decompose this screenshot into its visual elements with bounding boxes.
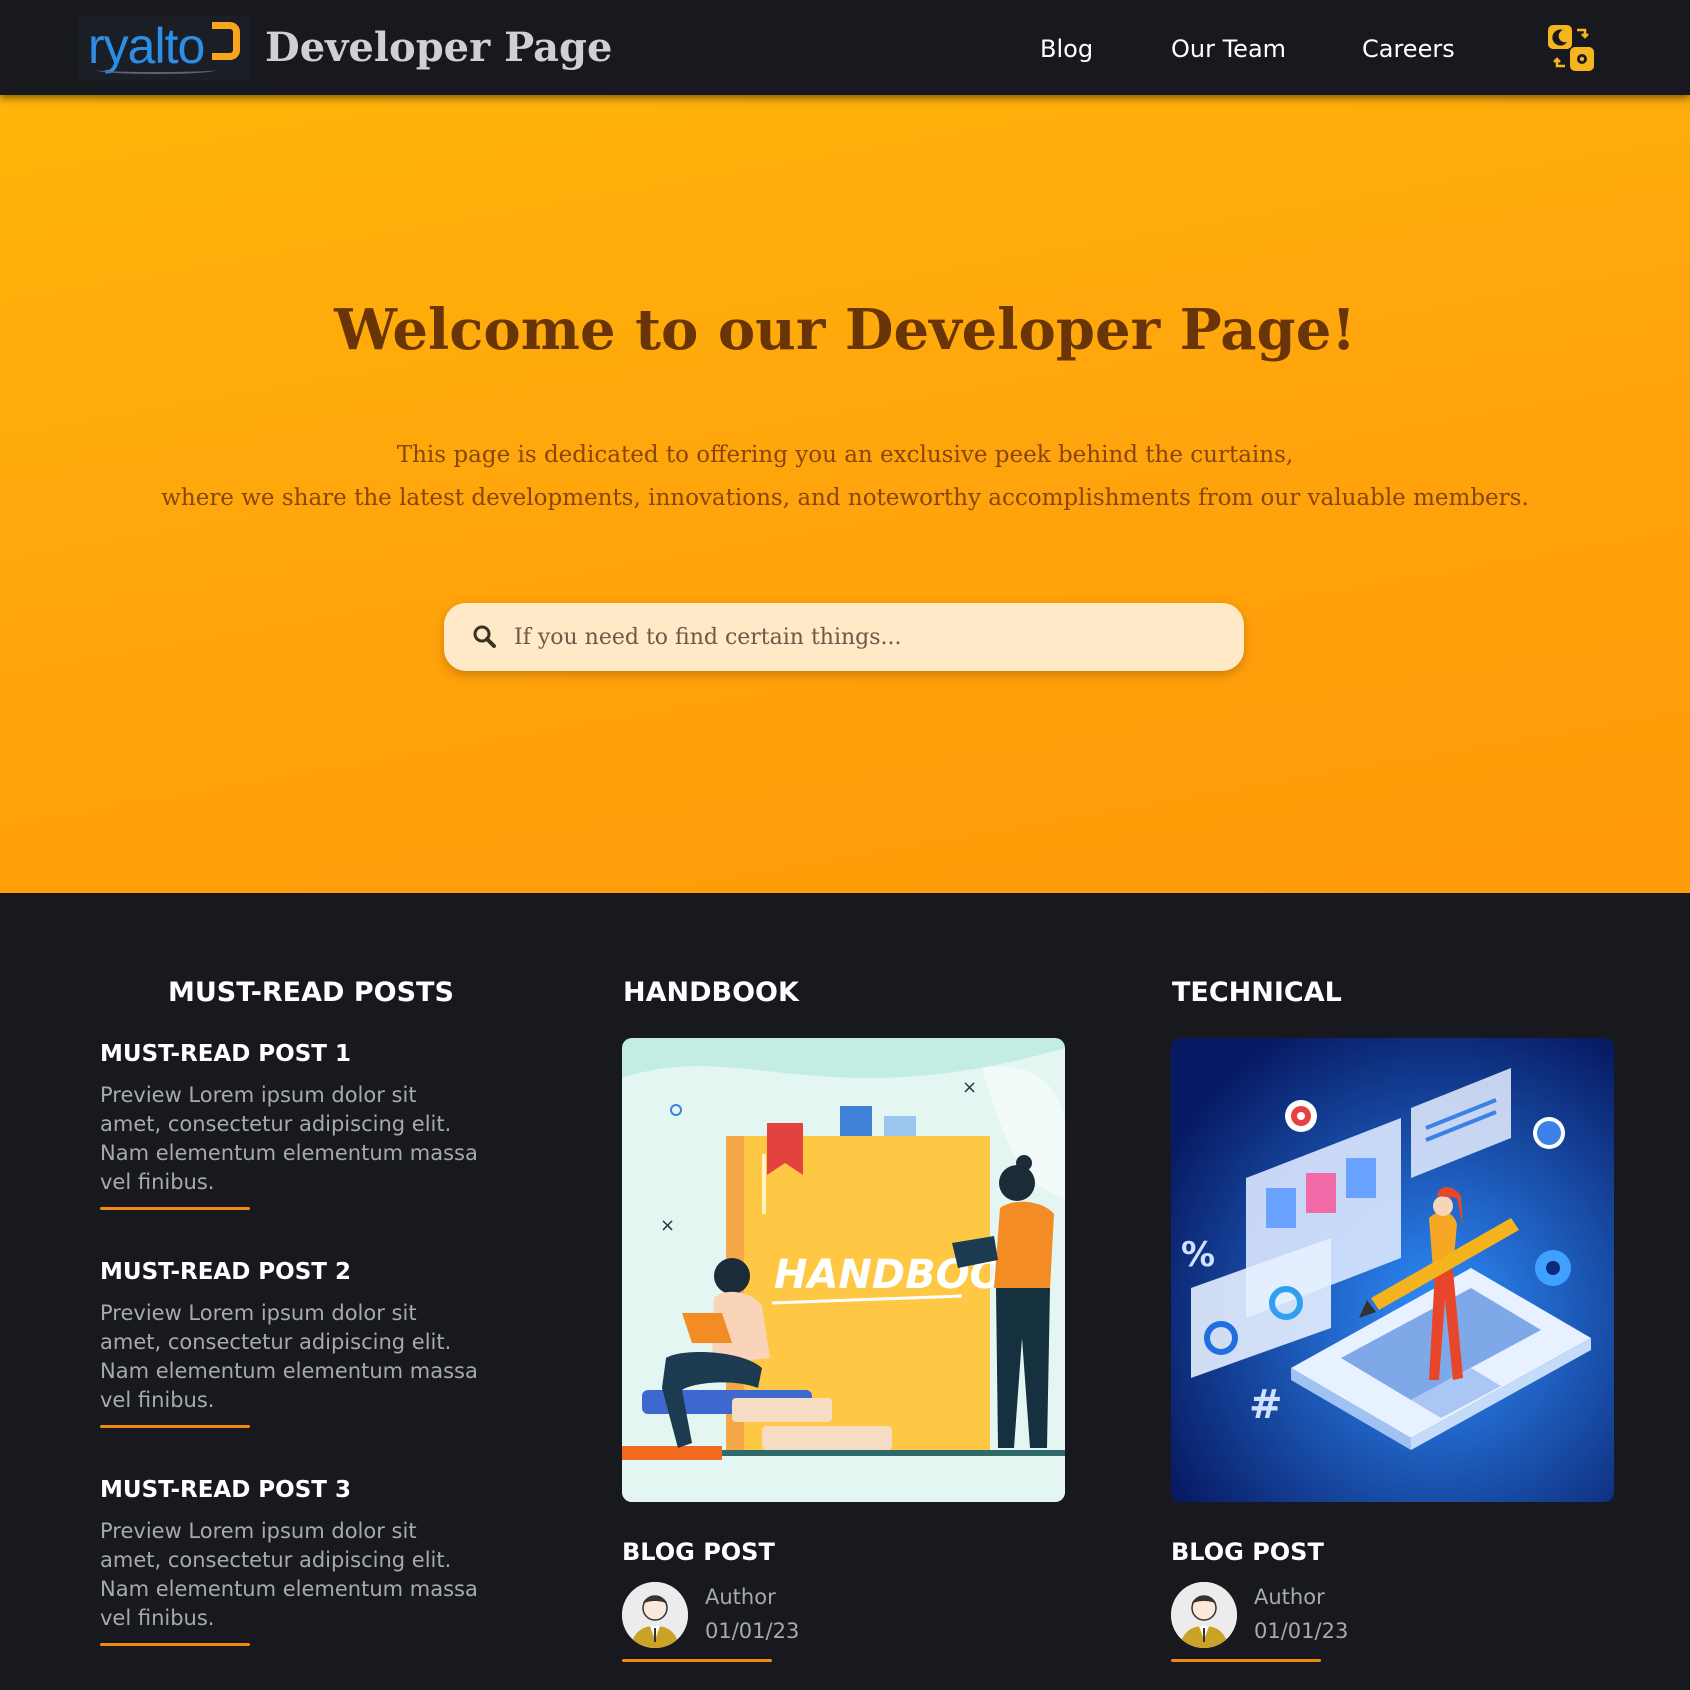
handbook-illustration-svg: × × HANDBOOK bbox=[622, 1038, 1065, 1502]
post-title[interactable]: MUST-READ POST 3 bbox=[100, 1473, 500, 1507]
card-underline bbox=[1171, 1659, 1321, 1662]
author-name[interactable]: Author bbox=[1254, 1582, 1325, 1612]
post-date: 01/01/23 bbox=[1254, 1619, 1349, 1643]
logo-swoosh bbox=[96, 66, 216, 74]
blog-post-label[interactable]: BLOG POST bbox=[1171, 1535, 1324, 1569]
svg-text:×: × bbox=[660, 1215, 675, 1236]
svg-text:#: # bbox=[1249, 1382, 1283, 1428]
technical-illustration-svg: % # bbox=[1171, 1038, 1614, 1502]
search-icon bbox=[473, 625, 496, 648]
author-avatar bbox=[1171, 1582, 1237, 1648]
logo-mark-icon bbox=[212, 22, 240, 60]
avatar-icon bbox=[622, 1582, 688, 1648]
search-bar[interactable] bbox=[444, 603, 1244, 671]
author-avatar bbox=[622, 1582, 688, 1648]
theme-toggle-icon bbox=[1548, 25, 1594, 71]
hero-subtitle-line-1: This page is dedicated to offering you a… bbox=[396, 442, 1294, 468]
post-title[interactable]: MUST-READ POST 2 bbox=[100, 1255, 500, 1289]
must-read-section-title: MUST-READ POSTS bbox=[168, 977, 454, 1008]
search-input[interactable] bbox=[514, 603, 1214, 671]
card-underline bbox=[622, 1659, 772, 1662]
hero-subtitle-line-2: where we share the latest developments, … bbox=[161, 485, 1529, 511]
handbook-illustration[interactable]: × × HANDBOOK bbox=[622, 1038, 1065, 1502]
technical-illustration[interactable]: % # bbox=[1171, 1038, 1614, 1502]
post-date: 01/01/23 bbox=[705, 1619, 800, 1643]
handbook-section-title: HANDBOOK bbox=[623, 977, 799, 1008]
post-underline bbox=[100, 1425, 250, 1428]
post-title[interactable]: MUST-READ POST 1 bbox=[100, 1037, 500, 1071]
post-preview: Preview Lorem ipsum dolor sit amet, cons… bbox=[100, 1083, 478, 1194]
nav-link-our-team[interactable]: Our Team bbox=[1171, 32, 1286, 66]
hero-section: Welcome to our Developer Page! This page… bbox=[0, 95, 1690, 893]
author-name[interactable]: Author bbox=[705, 1582, 776, 1612]
avatar-icon bbox=[1171, 1582, 1237, 1648]
hero-title: Welcome to our Developer Page! bbox=[334, 297, 1356, 363]
blog-post-label[interactable]: BLOG POST bbox=[622, 1535, 775, 1569]
nav-link-blog[interactable]: Blog bbox=[1040, 32, 1093, 66]
post-preview: Preview Lorem ipsum dolor sit amet, cons… bbox=[100, 1301, 478, 1412]
technical-section-title: TECHNICAL bbox=[1172, 977, 1342, 1008]
post-underline bbox=[100, 1207, 250, 1210]
svg-text:%: % bbox=[1181, 1235, 1215, 1275]
ryalto-logo[interactable]: ryalto bbox=[78, 16, 250, 80]
svg-text:×: × bbox=[962, 1077, 977, 1098]
site-title[interactable]: Developer Page bbox=[265, 20, 612, 76]
post-underline bbox=[100, 1643, 250, 1646]
top-navbar: ryalto Developer Page Blog Our Team Care… bbox=[0, 0, 1690, 95]
nav-link-careers[interactable]: Careers bbox=[1362, 32, 1455, 66]
must-read-post[interactable]: MUST-READ POST 1 Preview Lorem ipsum dol… bbox=[100, 1037, 500, 1210]
theme-toggle-button[interactable] bbox=[1547, 24, 1595, 72]
post-preview: Preview Lorem ipsum dolor sit amet, cons… bbox=[100, 1519, 478, 1630]
must-read-post[interactable]: MUST-READ POST 3 Preview Lorem ipsum dol… bbox=[100, 1473, 500, 1646]
must-read-post[interactable]: MUST-READ POST 2 Preview Lorem ipsum dol… bbox=[100, 1255, 500, 1428]
